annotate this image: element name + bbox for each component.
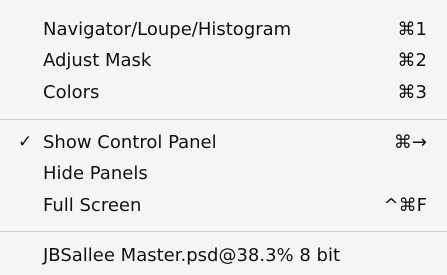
checkmark-icon: ✓	[18, 132, 33, 152]
menu-item-label: Full Screen	[43, 195, 142, 216]
menu-item-label: Adjust Mask	[43, 50, 152, 71]
menu-item-colors[interactable]: Colors ⌘3	[0, 79, 447, 106]
menu-item-label: JBSallee Master.psd@38.3% 8 bit	[43, 245, 340, 266]
menu-item-shortcut: ⌘→	[393, 132, 427, 153]
menu-separator	[0, 231, 447, 232]
menu-item-open-document[interactable]: JBSallee Master.psd@38.3% 8 bit	[0, 242, 447, 269]
menu-item-label: Hide Panels	[43, 163, 148, 184]
menu-item-hide-panels[interactable]: Hide Panels	[0, 160, 447, 187]
menu-item-shortcut: ^⌘F	[383, 195, 427, 216]
menu-item-show-control-panel[interactable]: ✓ Show Control Panel ⌘→	[0, 129, 447, 156]
menu-item-label: Show Control Panel	[43, 132, 217, 153]
menu-item-shortcut: ⌘3	[397, 82, 427, 103]
window-menu: Navigator/Loupe/Histogram ⌘1 Adjust Mask…	[0, 0, 447, 275]
menu-item-label: Navigator/Loupe/Histogram	[43, 19, 292, 40]
menu-item-shortcut: ⌘2	[397, 50, 427, 71]
menu-item-navigator-loupe-histogram[interactable]: Navigator/Loupe/Histogram ⌘1	[0, 16, 447, 43]
menu-item-label: Colors	[43, 82, 100, 103]
menu-separator	[0, 119, 447, 120]
menu-item-full-screen[interactable]: Full Screen ^⌘F	[0, 192, 447, 219]
menu-item-shortcut: ⌘1	[397, 19, 427, 40]
menu-item-adjust-mask[interactable]: Adjust Mask ⌘2	[0, 47, 447, 74]
